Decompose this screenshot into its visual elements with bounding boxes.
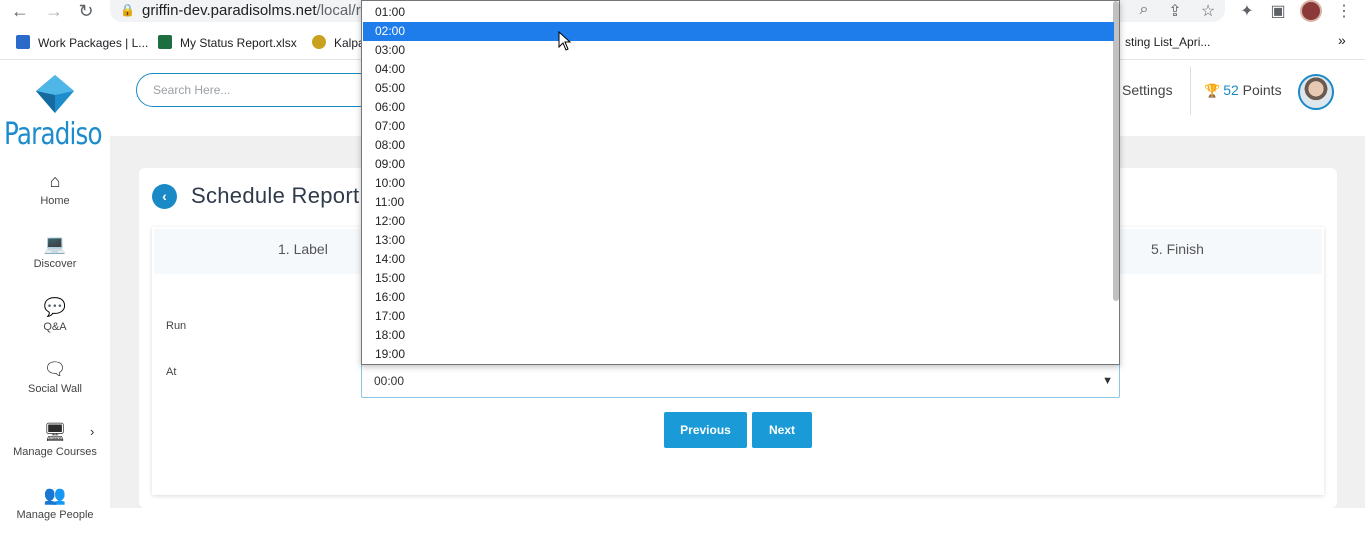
sidebar-item-social-wall[interactable]: 🗨 Social Wall	[0, 359, 110, 395]
dropdown-option[interactable]: 16:00	[363, 288, 1114, 307]
dropdown-option[interactable]: 14:00	[363, 250, 1114, 269]
points-badge[interactable]: 🏆 52 Points	[1204, 82, 1282, 99]
back-arrow-icon[interactable]: ←	[8, 0, 32, 22]
dropdown-option[interactable]: 12:00	[363, 212, 1114, 231]
previous-button[interactable]: Previous	[664, 412, 747, 448]
bookmark-item[interactable]: sting List_Apri...	[1125, 35, 1210, 49]
bookmark-item[interactable]: Kalpa	[312, 35, 365, 50]
page-title: Schedule Report	[191, 183, 360, 208]
back-button[interactable]: ‹	[152, 184, 177, 209]
run-label: Run	[166, 320, 187, 332]
step-finish[interactable]: 5. Finish	[1151, 241, 1204, 257]
header-divider	[1190, 67, 1191, 115]
bookmark-item[interactable]: My Status Report.xlsx	[158, 35, 297, 50]
dropdown-option[interactable]: 04:00	[363, 60, 1114, 79]
dropdown-option[interactable]: 03:00	[363, 41, 1114, 60]
chevron-left-icon: ‹	[162, 188, 167, 204]
search-input[interactable]: Search Here...	[136, 73, 376, 107]
chevron-right-icon: ›	[90, 424, 95, 439]
bookmark-item[interactable]: Work Packages | L...	[16, 35, 148, 50]
dropdown-option[interactable]: 13:00	[363, 231, 1114, 250]
dropdown-option[interactable]: 15:00	[363, 269, 1114, 288]
dropdown-option[interactable]: 02:00	[363, 22, 1114, 41]
people-icon: 👥	[43, 485, 67, 505]
dropdown-option[interactable]: 06:00	[363, 98, 1114, 117]
logo-text: Paradiso	[4, 117, 103, 152]
wechat-icon: 🗨	[43, 359, 67, 379]
browser-menu-icon[interactable]: ⋮	[1334, 1, 1354, 21]
time-dropdown-list[interactable]: 01:00 02:00 03:00 04:00 05:00 06:00 07:00 08:00…	[361, 0, 1120, 365]
dropdown-option[interactable]: 17:00	[363, 307, 1114, 326]
step-label[interactable]: 1. Label	[278, 241, 328, 257]
chat-icon: 💬	[43, 297, 67, 317]
user-avatar[interactable]	[1298, 74, 1334, 110]
sidebar-item-manage-courses[interactable]: 🖥 › Manage Courses	[0, 422, 110, 458]
dropdown-option[interactable]: 07:00	[363, 117, 1114, 136]
side-panel-icon[interactable]: ▣	[1268, 1, 1288, 21]
mouse-cursor-icon	[558, 31, 572, 51]
bookmark-star-icon[interactable]: ☆	[1198, 1, 1218, 21]
sidebar-item-manage-people[interactable]: 👥 Manage People	[0, 485, 110, 521]
at-time-select[interactable]: 00:00 ▼	[361, 364, 1120, 398]
lock-icon: 🔒	[120, 3, 135, 17]
excel-icon	[158, 35, 172, 49]
jira-icon	[16, 35, 30, 49]
dropdown-option[interactable]: 01:00	[363, 3, 1114, 22]
extensions-icon[interactable]: ✦	[1237, 1, 1257, 21]
dropdown-option[interactable]: 10:00	[363, 174, 1114, 193]
paradiso-logo-icon	[36, 75, 74, 113]
chevron-down-icon: ▼	[1102, 375, 1113, 387]
next-button[interactable]: Next	[752, 412, 812, 448]
dropdown-option[interactable]: 05:00	[363, 79, 1114, 98]
url-text: griffin-dev.paradisolms.net/local/rep	[142, 2, 378, 19]
sidebar-item-qa[interactable]: 💬 Q&A	[0, 297, 110, 333]
zoom-icon[interactable]: ⌕	[1134, 1, 1154, 19]
dropdown-option[interactable]: 09:00	[363, 155, 1114, 174]
at-label: At	[166, 366, 177, 378]
dropdown-option[interactable]: 18:00	[363, 326, 1114, 345]
kalpa-icon	[312, 35, 326, 49]
laptop-icon: 💻	[43, 234, 67, 254]
sidebar-item-discover[interactable]: 💻 Discover	[0, 234, 110, 270]
settings-link[interactable]: Settings	[1122, 82, 1173, 98]
share-icon[interactable]: ⇪	[1165, 1, 1185, 21]
sidebar-item-home[interactable]: ⌂ Home	[0, 171, 110, 207]
dropdown-option[interactable]: 11:00	[363, 193, 1114, 212]
trophy-icon: 🏆	[1204, 83, 1221, 98]
home-icon: ⌂	[49, 171, 61, 191]
forward-arrow-icon[interactable]: →	[42, 0, 66, 22]
bookmarks-overflow-icon[interactable]: »	[1338, 32, 1346, 48]
browser-profile-avatar[interactable]	[1300, 0, 1322, 22]
dropdown-option[interactable]: 19:00	[363, 345, 1114, 364]
reload-icon[interactable]: ↻	[74, 0, 98, 22]
app-sidebar: Paradiso ⌂ Home 💻 Discover 💬 Q&A 🗨 Socia…	[0, 61, 110, 550]
dropdown-option[interactable]: 08:00	[363, 136, 1114, 155]
